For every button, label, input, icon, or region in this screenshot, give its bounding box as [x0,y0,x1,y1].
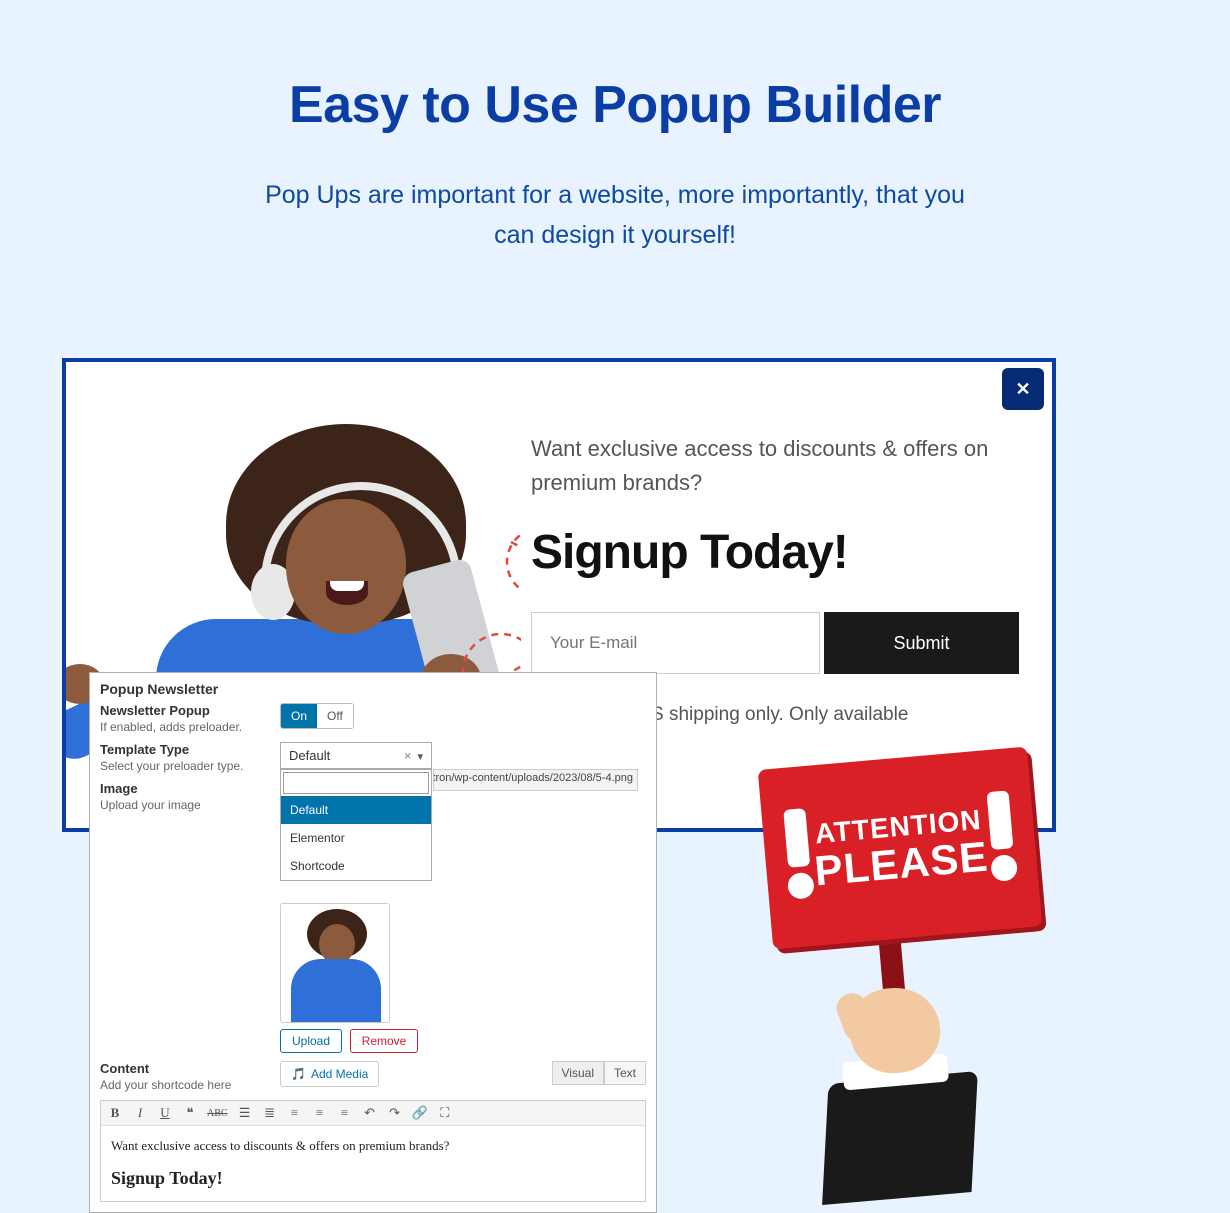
editor-toolbar: B I U ❝ ABC ☰ ≣ ≡ ≡ ≡ ↶ ↷ 🔗 ⛶ [101,1101,645,1126]
exclamation-icon [984,790,1018,882]
dropdown-option-elementor[interactable]: Elementor [281,824,431,852]
link-icon[interactable]: 🔗 [412,1105,428,1121]
image-desc: Upload your image [100,798,280,812]
chevron-down-icon[interactable]: ▾ [417,751,423,763]
italic-icon[interactable]: I [132,1105,148,1121]
template-select[interactable]: Default × ▾ [280,742,432,769]
content-editor: B I U ❝ ABC ☰ ≣ ≡ ≡ ≡ ↶ ↷ 🔗 ⛶ Want exclu… [100,1100,646,1202]
toggle-on[interactable]: On [281,704,317,728]
underline-icon[interactable]: U [157,1105,173,1121]
panel-title: Popup Newsletter [90,673,656,703]
redo-icon[interactable]: ↷ [387,1105,403,1121]
popup-heading: Signup Today! [531,525,1032,580]
strike-icon[interactable]: ABC [207,1105,228,1121]
popup-close-button[interactable]: ✕ [1002,368,1044,410]
dropdown-search-input[interactable] [283,772,429,794]
dropdown-option-shortcode[interactable]: Shortcode [281,852,431,880]
template-desc: Select your preloader type. [100,759,280,773]
upload-button[interactable]: Upload [280,1029,342,1053]
submit-button[interactable]: Submit [824,612,1019,674]
newsletter-label: Newsletter Popup [100,703,280,718]
content-label: Content [100,1061,280,1076]
add-media-button[interactable]: 🎵 Add Media [280,1061,379,1087]
align-left-icon[interactable]: ≡ [287,1105,303,1121]
number-list-icon[interactable]: ≣ [262,1105,278,1121]
remove-button[interactable]: Remove [350,1029,419,1053]
align-center-icon[interactable]: ≡ [312,1105,328,1121]
exclamation-icon [781,808,815,900]
quote-icon[interactable]: ❝ [182,1105,198,1121]
editor-body[interactable]: Want exclusive access to discounts & off… [101,1126,645,1201]
bullet-list-icon[interactable]: ☰ [237,1105,253,1121]
media-icon: 🎵 [291,1067,306,1081]
page-title: Easy to Use Popup Builder [0,75,1230,135]
template-dropdown: Default Elementor Shortcode [280,769,432,881]
tab-visual[interactable]: Visual [552,1061,604,1085]
image-label: Image [100,781,280,796]
toggle-off[interactable]: Off [317,704,353,728]
undo-icon[interactable]: ↶ [362,1105,378,1121]
attention-sign-graphic: ATTENTION PLEASE [765,758,1075,1178]
select-clear-icon[interactable]: × [404,748,412,763]
bold-icon[interactable]: B [107,1105,123,1121]
editor-line1: Want exclusive access to discounts & off… [111,1138,635,1154]
email-input[interactable] [531,612,820,674]
fullscreen-icon[interactable]: ⛶ [437,1105,453,1121]
template-selected: Default [289,748,330,763]
align-right-icon[interactable]: ≡ [337,1105,353,1121]
tab-text[interactable]: Text [604,1061,646,1085]
template-label: Template Type [100,742,280,757]
image-thumbnail[interactable] [280,903,390,1023]
editor-line2: Signup Today! [111,1168,635,1189]
page-subtitle: Pop Ups are important for a website, mor… [265,175,965,255]
content-desc: Add your shortcode here [100,1078,280,1092]
dropdown-option-default[interactable]: Default [281,796,431,824]
add-media-label: Add Media [311,1067,368,1081]
popup-lead-text: Want exclusive access to discounts & off… [531,432,1001,500]
admin-settings-panel: Popup Newsletter Newsletter Popup If ena… [89,672,657,1213]
newsletter-toggle[interactable]: On Off [280,703,354,729]
newsletter-desc: If enabled, adds preloader. [100,720,280,734]
